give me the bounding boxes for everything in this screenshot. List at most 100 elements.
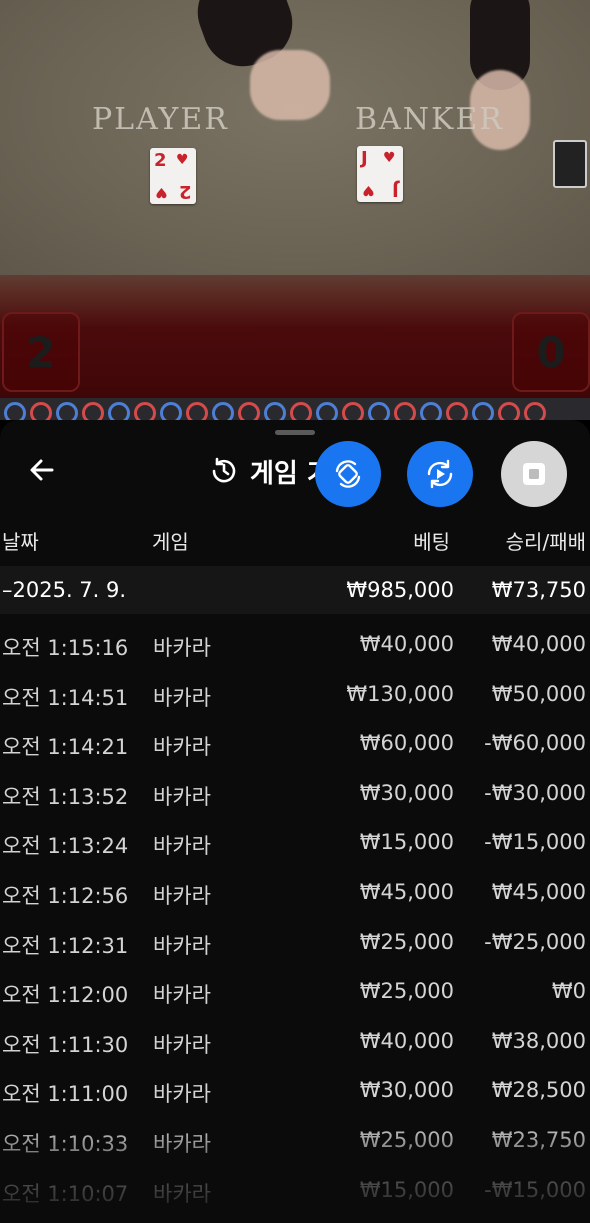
row-game: 바카라 xyxy=(153,1082,211,1107)
row-result: ₩50,000 xyxy=(491,681,586,706)
row-time: 오전 1:11:00 xyxy=(2,1082,129,1107)
banker-card-rank-inverted: J xyxy=(392,179,399,200)
row-time: 오전 1:12:00 xyxy=(2,983,129,1008)
row-result: -₩30,000 xyxy=(484,780,586,805)
dealer-hand-left xyxy=(250,50,330,120)
road-bead xyxy=(290,402,312,420)
back-button[interactable] xyxy=(24,454,60,490)
row-bet: ₩25,000 xyxy=(359,979,454,1004)
row-game: 바카라 xyxy=(153,1032,211,1057)
road-bead xyxy=(524,402,546,420)
history-row[interactable]: 오전 1:10:33 바카라 ₩25,000 ₩23,750 xyxy=(0,1116,590,1165)
stop-button[interactable] xyxy=(501,441,567,507)
column-header-bet[interactable]: 베팅 xyxy=(413,526,450,555)
player-card: 2 ♥ 2 ♥ xyxy=(150,148,196,204)
player-zone-label: PLAYER xyxy=(92,102,229,137)
day-summary-row[interactable]: –2025. 7. 9. ₩985,000 ₩73,750 xyxy=(0,566,590,614)
heart-icon: ♥ xyxy=(383,150,396,166)
heart-icon: ♥ xyxy=(362,182,375,198)
row-bet: ₩25,000 xyxy=(359,1128,454,1152)
swap-button[interactable] xyxy=(315,441,381,507)
swap-icon xyxy=(335,460,361,488)
row-time: 오전 1:13:52 xyxy=(2,784,129,809)
road-bead xyxy=(394,402,416,420)
row-time: 오전 1:14:51 xyxy=(2,685,129,710)
row-result: ₩28,500 xyxy=(491,1078,586,1103)
column-header-game[interactable]: 게임 xyxy=(152,526,189,555)
heart-icon: ♥ xyxy=(176,152,189,168)
replay-button[interactable] xyxy=(407,441,473,507)
row-game: 바카라 xyxy=(153,735,211,760)
row-game: 바카라 xyxy=(153,636,211,660)
row-time: 오전 1:13:24 xyxy=(2,834,129,859)
history-icon xyxy=(212,457,236,483)
row-bet: ₩30,000 xyxy=(359,780,454,805)
row-time: 오전 1:14:21 xyxy=(2,735,129,760)
card-shoe xyxy=(553,140,587,188)
history-row[interactable]: 오전 1:11:30 바카라 ₩40,000 ₩38,000 xyxy=(0,1017,590,1066)
row-time: 오전 1:10:07 xyxy=(2,1181,129,1206)
history-row[interactable]: 오전 1:15:16 바카라 ₩40,000 ₩40,000 xyxy=(0,620,590,669)
road-bead xyxy=(160,402,182,420)
stop-icon xyxy=(523,463,545,485)
row-game: 바카라 xyxy=(153,933,211,958)
row-bet: ₩40,000 xyxy=(359,1028,454,1053)
player-card-rank-inverted: 2 xyxy=(179,181,192,202)
road-bead xyxy=(108,402,130,420)
column-header-result[interactable]: 승리/패배 xyxy=(506,526,586,555)
row-bet: ₩15,000 xyxy=(359,1177,454,1202)
history-row[interactable]: 오전 1:14:21 바카라 ₩60,000 -₩60,000 xyxy=(0,719,590,768)
row-time: 오전 1:15:16 xyxy=(2,636,129,660)
road-bead xyxy=(498,402,520,420)
player-score: 2 xyxy=(2,312,80,392)
replay-icon xyxy=(427,459,453,489)
banker-score: 0 xyxy=(512,312,590,392)
heart-icon: ♥ xyxy=(155,184,168,200)
row-result: -₩15,000 xyxy=(484,1177,586,1202)
history-row[interactable]: 오전 1:10:07 바카라 ₩15,000 -₩15,000 xyxy=(0,1166,590,1215)
sheet-grabber[interactable] xyxy=(275,430,315,435)
road-bead xyxy=(420,402,442,420)
bead-road xyxy=(0,398,590,420)
arrow-left-icon xyxy=(30,459,54,481)
road-bead xyxy=(82,402,104,420)
row-time: 오전 1:12:31 xyxy=(2,933,129,958)
row-bet: ₩25,000 xyxy=(359,929,454,954)
row-bet: ₩40,000 xyxy=(359,632,454,656)
row-time: 오전 1:11:30 xyxy=(2,1032,129,1057)
history-row[interactable]: 오전 1:14:51 바카라 ₩130,000 ₩50,000 xyxy=(0,670,590,719)
road-bead xyxy=(472,402,494,420)
history-row[interactable]: 오전 1:13:24 바카라 ₩15,000 -₩15,000 xyxy=(0,818,590,867)
row-result: -₩25,000 xyxy=(484,929,586,954)
row-game: 바카라 xyxy=(153,685,211,710)
row-game: 바카라 xyxy=(153,834,211,859)
row-game: 바카라 xyxy=(153,784,211,809)
row-result: ₩23,750 xyxy=(491,1128,586,1152)
row-bet: ₩45,000 xyxy=(359,880,454,904)
road-bead xyxy=(134,402,156,420)
row-result: ₩40,000 xyxy=(491,632,586,656)
history-row[interactable]: 오전 1:12:56 바카라 ₩45,000 ₩45,000 xyxy=(0,868,590,917)
history-row[interactable]: 오전 1:12:31 바카라 ₩25,000 -₩25,000 xyxy=(0,918,590,967)
road-bead xyxy=(446,402,468,420)
row-result: ₩45,000 xyxy=(491,880,586,904)
summary-result: ₩73,750 xyxy=(491,578,586,602)
road-bead xyxy=(316,402,338,420)
row-result: ₩0 xyxy=(551,979,586,1004)
live-video: PLAYER BANKER 2 ♥ 2 ♥ J ♥ J ♥ 2 0 xyxy=(0,0,590,420)
history-row[interactable]: 오전 1:11:00 바카라 ₩30,000 ₩28,500 xyxy=(0,1066,590,1115)
road-bead xyxy=(56,402,78,420)
road-bead xyxy=(212,402,234,420)
row-time: 오전 1:10:33 xyxy=(2,1132,129,1156)
row-result: -₩60,000 xyxy=(484,731,586,756)
banker-card-rank: J xyxy=(361,148,368,169)
history-row[interactable]: 오전 1:13:52 바카라 ₩30,000 -₩30,000 xyxy=(0,769,590,818)
road-bead xyxy=(264,402,286,420)
road-bead xyxy=(186,402,208,420)
banker-card: J ♥ J ♥ xyxy=(357,146,403,202)
row-result: -₩15,000 xyxy=(484,830,586,855)
summary-date: –2025. 7. 9. xyxy=(2,578,127,602)
row-game: 바카라 xyxy=(153,1132,211,1156)
history-row[interactable]: 오전 1:12:00 바카라 ₩25,000 ₩0 xyxy=(0,967,590,1016)
column-header-date[interactable]: 날짜 xyxy=(2,526,39,555)
